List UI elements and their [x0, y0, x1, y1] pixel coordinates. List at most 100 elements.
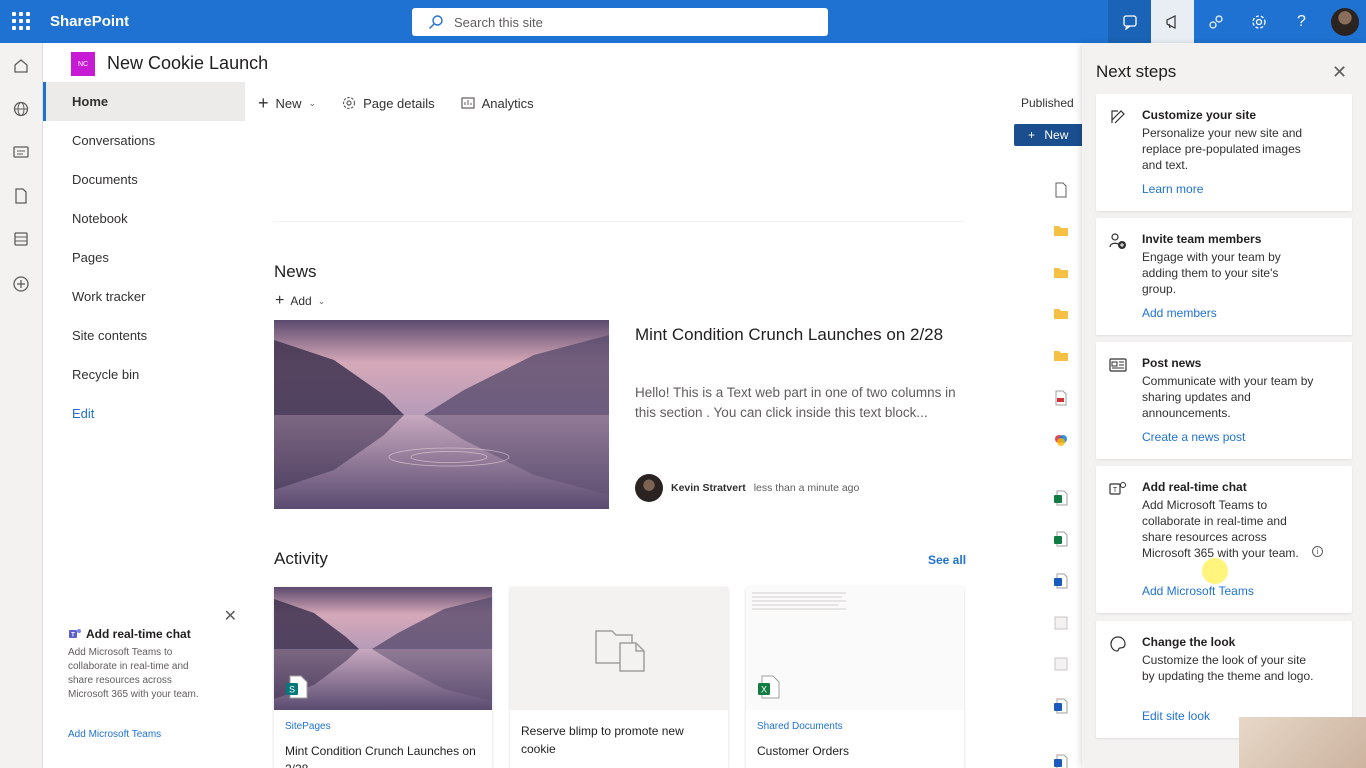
create-icon[interactable]	[12, 275, 30, 293]
nav-item-work-tracker[interactable]: Work tracker	[43, 277, 245, 316]
nav-item-recycle-bin[interactable]: Recycle bin	[43, 355, 245, 394]
avatar	[635, 474, 663, 502]
promo-title-text: Add real-time chat	[86, 627, 191, 641]
published-status: Published	[1021, 96, 1074, 110]
globe-icon[interactable]	[12, 100, 30, 118]
announcements-button[interactable]	[1151, 0, 1194, 43]
sharepoint-brand[interactable]: SharePoint	[50, 13, 129, 30]
panel-title: Next steps	[1096, 62, 1177, 81]
promo-body: Add Microsoft Teams to collaborate in re…	[68, 647, 199, 700]
nav-item-notebook[interactable]: Notebook	[43, 199, 245, 238]
app-rail	[0, 43, 43, 768]
news-hero-image[interactable]	[274, 320, 609, 509]
cursor-highlight	[1202, 558, 1228, 584]
plus-icon: +	[258, 92, 269, 113]
account-button[interactable]	[1323, 0, 1366, 43]
image-file-icon[interactable]	[1053, 656, 1069, 672]
edit-site-look-link[interactable]: Edit site look	[1142, 709, 1210, 723]
gear-icon	[1251, 14, 1266, 29]
card-site-label[interactable]: Shared Documents	[757, 721, 843, 732]
pdf-file-icon[interactable]	[1053, 390, 1069, 406]
image-file-icon[interactable]	[1053, 615, 1069, 631]
list-icon[interactable]	[12, 230, 30, 248]
folder-icon[interactable]	[1053, 348, 1069, 364]
card-title[interactable]: Customer Orders	[757, 742, 953, 760]
document-icon[interactable]	[1053, 182, 1069, 198]
settings-button[interactable]	[1237, 0, 1280, 43]
new-document-button[interactable]: + New	[1014, 124, 1084, 146]
search-box[interactable]: Search this site	[412, 8, 828, 36]
step-description: Customize the look of your site by updat…	[1142, 653, 1314, 683]
card-thumbnail: S	[274, 587, 492, 710]
activity-card[interactable]: Reserve blimp to promote new cookie	[510, 587, 728, 768]
word-file-icon[interactable]	[1053, 754, 1069, 768]
excel-file-icon[interactable]	[1053, 531, 1069, 547]
news-icon[interactable]	[12, 143, 30, 161]
help-button[interactable]: ?	[1280, 0, 1323, 43]
teams-icon: T	[69, 629, 81, 639]
gear-icon	[342, 96, 356, 110]
see-all-link[interactable]: See all	[928, 553, 966, 567]
analytics-command[interactable]: Analytics	[461, 96, 534, 111]
news-headline[interactable]: Mint Condition Crunch Launches on 2/28	[635, 322, 945, 347]
card-site-label[interactable]: SitePages	[285, 721, 331, 732]
site-title[interactable]: New Cookie Launch	[107, 53, 268, 74]
nav-item-pages[interactable]: Pages	[43, 238, 245, 277]
step-title: Change the look	[1142, 635, 1236, 649]
search-placeholder: Search this site	[454, 15, 543, 30]
activity-card[interactable]: X Shared Documents Customer Orders	[746, 587, 964, 768]
nav-edit-link[interactable]: Edit	[43, 394, 245, 433]
step-description: Add Microsoft Teams to collaborate in re…	[1142, 498, 1299, 560]
new-command[interactable]: + New ⌄	[258, 93, 316, 114]
step-customize-site[interactable]: Customize your site Personalize your new…	[1096, 94, 1352, 211]
excel-file-icon[interactable]	[1053, 490, 1069, 506]
activity-section-title: Activity	[274, 549, 328, 568]
palette-icon	[1110, 636, 1126, 652]
nav-item-site-contents[interactable]: Site contents	[43, 316, 245, 355]
nav-item-home[interactable]: Home	[43, 82, 245, 121]
help-icon: ?	[1297, 12, 1306, 30]
page-details-command[interactable]: Page details	[342, 96, 435, 111]
promo-title: T Add real-time chat	[68, 627, 191, 641]
teams-promo-card: ✕ T Add real-time chat Add Microsoft Tea…	[55, 600, 245, 768]
step-add-chat[interactable]: T Add real-time chat Add Microsoft Teams…	[1096, 466, 1352, 613]
author-name[interactable]: Kevin Stratvert	[671, 482, 746, 494]
nav-item-conversations[interactable]: Conversations	[43, 121, 245, 160]
news-add-button[interactable]: + Add ⌄	[275, 292, 325, 310]
card-title[interactable]: Mint Condition Crunch Launches on 2/28	[285, 742, 481, 768]
create-news-post-link[interactable]: Create a news post	[1142, 430, 1245, 444]
card-title[interactable]: Reserve blimp to promote new cookie	[521, 722, 717, 758]
info-icon[interactable]: i	[1312, 546, 1323, 557]
loop-icon[interactable]	[1053, 432, 1069, 448]
add-members-link[interactable]: Add members	[1142, 306, 1217, 320]
folder-icon[interactable]	[1053, 265, 1069, 281]
app-launcher-icon[interactable]	[12, 12, 30, 30]
step-invite-members[interactable]: Invite team members Engage with your tea…	[1096, 218, 1352, 335]
word-file-icon[interactable]	[1053, 573, 1069, 589]
svg-text:X: X	[761, 685, 767, 695]
empty-web-part	[274, 127, 964, 222]
card-thumbnail: X	[746, 587, 964, 710]
svg-text:T: T	[1113, 487, 1118, 494]
learn-more-link[interactable]: Learn more	[1142, 182, 1203, 196]
command-bar: + New ⌄ Page details Analytics	[258, 88, 534, 118]
share-icon	[1208, 14, 1223, 29]
word-file-icon[interactable]	[1053, 698, 1069, 714]
close-icon[interactable]: ✕	[224, 606, 237, 626]
document-icon[interactable]	[12, 187, 30, 205]
activity-card[interactable]: S SitePages Mint Condition Crunch Launch…	[274, 587, 492, 768]
nav-item-documents[interactable]: Documents	[43, 160, 245, 199]
home-icon[interactable]	[12, 57, 30, 75]
add-teams-link[interactable]: Add Microsoft Teams	[1142, 584, 1254, 598]
site-logo[interactable]: NC	[71, 52, 95, 76]
folder-icon[interactable]	[1053, 223, 1069, 239]
close-icon[interactable]: ✕	[1332, 62, 1347, 83]
folder-icon[interactable]	[1053, 306, 1069, 322]
add-teams-link[interactable]: Add Microsoft Teams	[68, 729, 161, 740]
step-post-news[interactable]: Post news Communicate with your team by …	[1096, 342, 1352, 459]
top-suite-bar: SharePoint Search this site ?	[0, 0, 1366, 43]
excel-file-icon: X	[758, 675, 780, 699]
avatar	[1330, 7, 1359, 36]
teams-chat-button[interactable]	[1108, 0, 1151, 43]
app-button[interactable]	[1194, 0, 1237, 43]
